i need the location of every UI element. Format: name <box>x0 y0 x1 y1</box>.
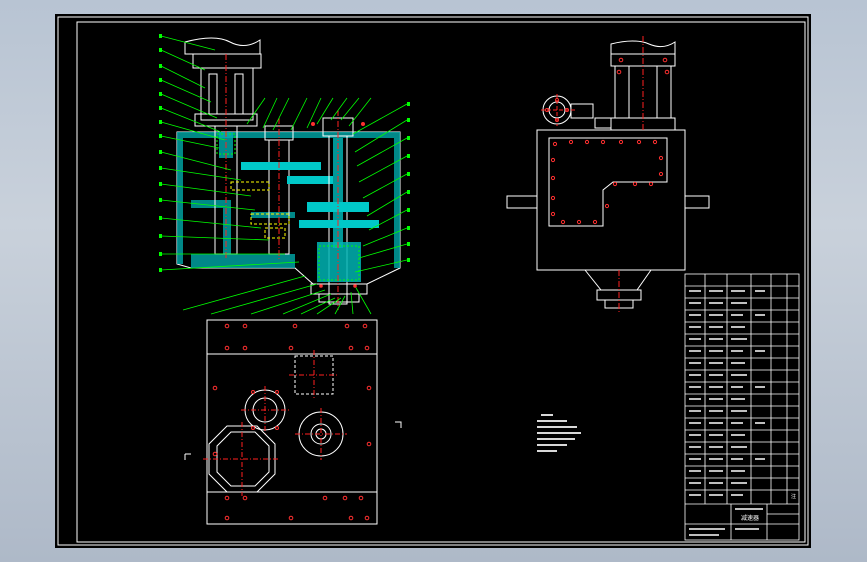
technical-notes <box>537 414 581 452</box>
top-view <box>184 319 402 525</box>
drawing-sheet[interactable]: 减速器 注 <box>55 14 811 548</box>
cad-viewport[interactable]: 减速器 注 <box>0 0 867 562</box>
inner-border <box>76 21 806 543</box>
engineering-drawing: 减速器 注 <box>57 16 809 546</box>
front-section-view <box>159 34 410 315</box>
side-view <box>506 36 710 314</box>
title-block-label: 减速器 <box>741 514 759 522</box>
parts-list-remarks: 注 <box>791 493 796 500</box>
parts-list <box>684 273 800 541</box>
